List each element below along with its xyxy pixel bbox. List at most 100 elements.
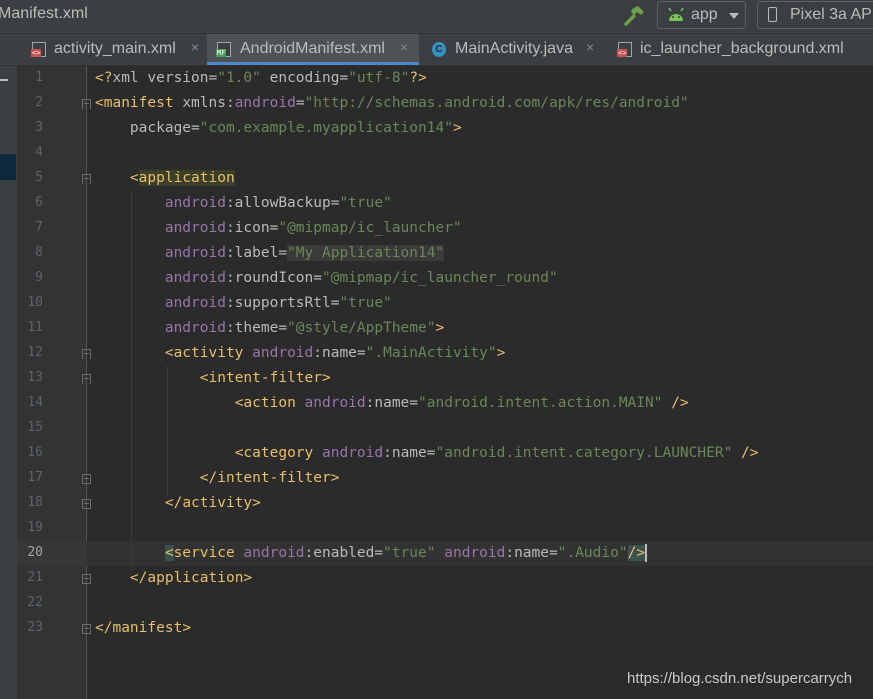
- tab-main-activity[interactable]: C MainActivity.java ×: [432, 34, 600, 65]
- line-number: 1: [35, 70, 43, 85]
- fold-marker-icon[interactable]: [82, 474, 91, 484]
- code-token: =: [295, 95, 305, 111]
- code-line[interactable]: <?xml version="1.0" encoding="utf-8"?>: [95, 66, 427, 91]
- device-select[interactable]: Pixel 3a API: [757, 1, 873, 29]
- line-number: 17: [27, 470, 43, 485]
- code-line[interactable]: android:theme="@style/AppTheme">: [95, 316, 444, 341]
- code-line[interactable]: package="com.example.myapplication14">: [95, 116, 462, 141]
- code-token: android: [234, 95, 296, 111]
- code-token: android: [164, 195, 226, 211]
- fold-marker-icon[interactable]: [82, 349, 91, 359]
- code-line[interactable]: <category android:name="android.intent.c…: [95, 441, 759, 466]
- code-line[interactable]: </application>: [95, 566, 252, 591]
- code-token: "android.intent.action.MAIN": [418, 395, 663, 411]
- android-icon: [668, 8, 684, 21]
- code-token: application: [138, 170, 235, 186]
- code-line[interactable]: <action android:name="android.intent.act…: [95, 391, 689, 416]
- code-line[interactable]: android:icon="@mipmap/ic_launcher": [95, 216, 462, 241]
- code-line[interactable]: <service android:enabled="true" android:…: [95, 541, 648, 566]
- tab-activity-main[interactable]: <> activity_main.xml ×: [31, 34, 204, 65]
- close-icon[interactable]: ×: [191, 39, 199, 55]
- code-token: android: [243, 545, 305, 561]
- code-token: <: [95, 95, 104, 111]
- code-line[interactable]: <intent-filter>: [95, 366, 331, 391]
- code-token: :supportsRtl=: [225, 295, 340, 311]
- fold-marker-icon[interactable]: [82, 174, 91, 184]
- code-line[interactable]: android:allowBackup="true": [95, 191, 392, 216]
- code-token: <: [164, 545, 174, 561]
- fold-marker-icon[interactable]: [82, 99, 91, 109]
- code-token: android: [164, 270, 226, 286]
- chevron-down-icon: [729, 13, 739, 19]
- code-token: application: [147, 570, 244, 586]
- code-line[interactable]: </activity>: [95, 491, 261, 516]
- line-number: 18: [27, 495, 43, 510]
- code-token: "@style/AppTheme": [287, 320, 436, 336]
- code-line[interactable]: <manifest xmlns:android="http://schemas.…: [95, 91, 689, 116]
- code-token: >: [252, 495, 261, 511]
- hammer-icon[interactable]: [622, 4, 646, 28]
- fold-marker-icon[interactable]: [82, 574, 91, 584]
- line-number: 10: [27, 295, 43, 310]
- tab-label: AndroidManifest.xml: [240, 40, 385, 57]
- code-line[interactable]: </intent-filter>: [95, 466, 340, 491]
- fold-marker-icon[interactable]: [82, 624, 91, 634]
- xml-file-icon: <>: [617, 42, 632, 57]
- line-number: 12: [27, 345, 43, 360]
- code-token: android: [304, 395, 366, 411]
- tab-label: activity_main.xml: [54, 40, 176, 57]
- run-configuration-select[interactable]: app: [657, 1, 746, 29]
- code-line[interactable]: <application: [95, 166, 235, 191]
- code-token: </: [95, 620, 113, 636]
- code-token: "true": [383, 545, 436, 561]
- code-line[interactable]: android:roundIcon="@mipmap/ic_launcher_r…: [95, 266, 558, 291]
- code-editor[interactable]: 1 2 3 4 5 6 7 8 9 10 11 12 13 14 15 16 17 18 19 20 21 22 23 <?…: [17, 66, 873, 699]
- line-number: 3: [35, 120, 43, 135]
- code-token: intent-filter: [208, 370, 323, 386]
- collapse-icon[interactable]: [0, 79, 8, 81]
- code-token: />: [732, 445, 759, 461]
- tab-android-manifest[interactable]: MF AndroidManifest.xml ×: [207, 34, 419, 65]
- java-class-icon: C: [432, 42, 446, 57]
- line-number: 5: [35, 170, 43, 185]
- code-token: <?: [95, 70, 113, 86]
- code-token: "1.0": [217, 70, 261, 86]
- code-token: :roundIcon=: [225, 270, 322, 286]
- code-line[interactable]: </manifest>: [95, 616, 191, 641]
- code-token: <: [164, 345, 174, 361]
- code-token: android: [164, 220, 226, 236]
- code-token: :icon=: [225, 220, 279, 236]
- line-number: 8: [35, 245, 43, 260]
- code-line[interactable]: android:label="My Application14": [95, 241, 445, 266]
- code-line[interactable]: android:supportsRtl="true": [95, 291, 392, 316]
- close-icon[interactable]: ×: [586, 39, 594, 55]
- line-number: 2: [35, 95, 43, 110]
- phone-icon: [768, 7, 777, 22]
- line-number: 23: [27, 620, 43, 635]
- manifest-file-icon: MF: [216, 42, 231, 57]
- tab-label: MainActivity.java: [455, 40, 573, 57]
- code-token: :name=: [365, 395, 419, 411]
- fold-marker-icon[interactable]: [82, 499, 91, 509]
- code-token: android: [252, 345, 314, 361]
- close-icon[interactable]: ×: [400, 39, 408, 55]
- line-number: 22: [27, 595, 43, 610]
- fold-marker-icon[interactable]: [82, 374, 91, 384]
- code-token: <: [199, 370, 209, 386]
- code-token: android: [164, 320, 226, 336]
- tab-ic-launcher-background[interactable]: <> ic_launcher_background.xml: [617, 34, 873, 65]
- code-token: xmlns: [182, 95, 226, 111]
- code-line[interactable]: <activity android:name=".MainActivity">: [95, 341, 506, 366]
- code-token: android: [164, 295, 226, 311]
- code-token: "@mipmap/ic_launcher": [278, 220, 462, 236]
- window-title: Manifest.xml: [0, 5, 88, 22]
- line-number: 7: [35, 220, 43, 235]
- code-token: action: [243, 395, 305, 411]
